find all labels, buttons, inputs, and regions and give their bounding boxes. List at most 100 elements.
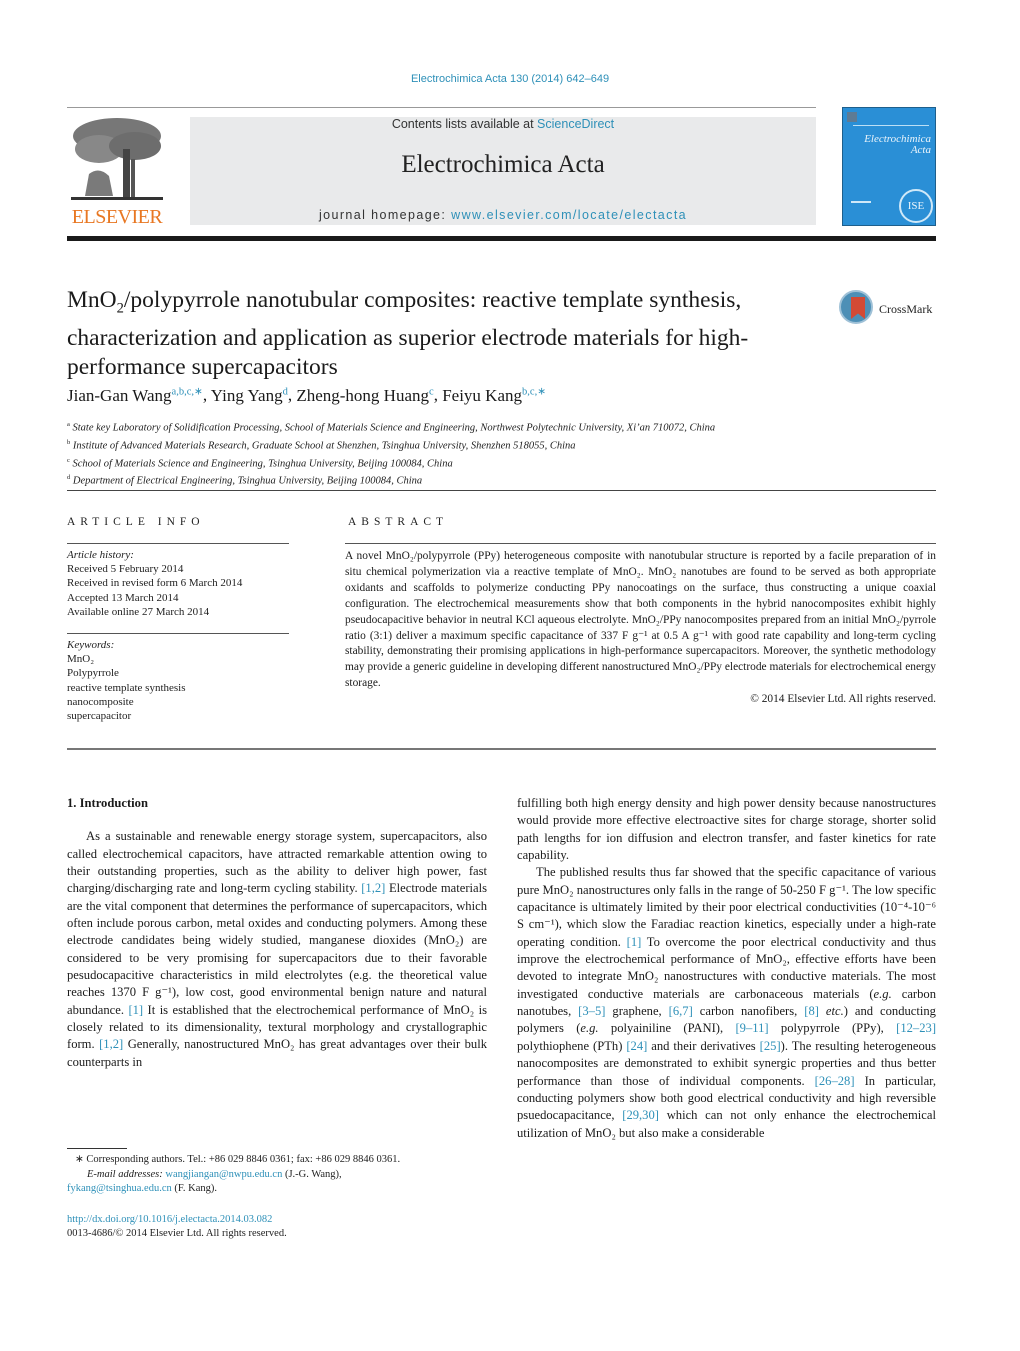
doi-block: http://dx.doi.org/10.1016/j.electacta.20… [67, 1213, 287, 1241]
affiliation-text: State key Laboratory of Solidification P… [72, 422, 716, 434]
affiliation-text: Department of Electrical Engineering, Ts… [72, 475, 423, 487]
citation-link[interactable]: [12–23] [896, 1021, 936, 1035]
citation-link[interactable]: [1] [128, 1003, 143, 1017]
body-column-left: 1. Introduction As a sustainable and ren… [67, 795, 487, 1071]
italic-text: e.g. [580, 1021, 599, 1036]
affiliation-mark: d [67, 474, 71, 482]
email-link-wang[interactable]: wangjiangan@nwpu.edu.cn [165, 1169, 282, 1180]
citation-link[interactable]: [26–28] [815, 1074, 855, 1088]
homepage-prefix: journal homepage: [318, 208, 452, 222]
abstract: A novel MnO₂/polypyrrole (PPy) heterogen… [345, 549, 936, 708]
author-affiliation-marks[interactable]: c [429, 386, 434, 397]
citation-link[interactable]: [6,7] [669, 1004, 693, 1018]
history-label: Article history: [67, 549, 134, 561]
affiliation-list: a State key Laboratory of Solidification… [67, 418, 715, 489]
crossmark-label: CrossMark [879, 302, 933, 316]
history-item: Available online 27 March 2014 [67, 605, 210, 618]
keyword-item: MnO₂ [67, 653, 95, 666]
corresponding-author-footnote: ∗ Corresponding authors. Tel.: +86 029 8… [67, 1153, 497, 1197]
affiliation-text: School of Materials Science and Engineer… [72, 458, 453, 470]
affiliation-mark: b [67, 438, 71, 446]
crossmark-icon [839, 290, 873, 324]
body-column-right: fulfilling both high energy density and … [517, 795, 936, 1142]
issn-copyright: 0013-4686/© 2014 Elsevier Ltd. All right… [67, 1228, 287, 1239]
doi-link[interactable]: http://dx.doi.org/10.1016/j.electacta.20… [67, 1213, 287, 1227]
keywords: Keywords: MnO₂ Polypyrrole reactive temp… [67, 638, 186, 723]
citation-link[interactable]: [3–5] [578, 1004, 605, 1018]
history-item: Received 5 February 2014 [67, 563, 184, 576]
affiliations-divider [67, 490, 936, 491]
intro-paragraph-1-continued: fulfilling both high energy density and … [517, 796, 936, 863]
sciencedirect-link[interactable]: ScienceDirect [537, 117, 614, 131]
author-name: Feiyu Kang [442, 385, 522, 405]
intro-paragraph-2: The published results thus far showed th… [517, 865, 937, 1140]
article-history: Article history: Received 5 February 201… [67, 548, 242, 619]
journal-banner: Contents lists available at ScienceDirec… [190, 117, 816, 225]
keyword-item: Polypyrrole [67, 667, 119, 680]
journal-cover-thumbnail[interactable]: Electrochimica Acta ISE [842, 107, 936, 226]
journal-reference[interactable]: Electrochimica Acta 130 (2014) 642–649 [0, 73, 1020, 85]
email-label: E-mail addresses: [87, 1168, 166, 1180]
email-link-kang[interactable]: fykang@tsinghua.edu.cn [67, 1183, 172, 1194]
email-line-2: fykang@tsinghua.edu.cn (F. Kang). [67, 1182, 497, 1197]
title-text-rest: /polypyrrole nanotubular composites: rea… [67, 287, 749, 380]
corresponding-note: ∗ Corresponding authors. Tel.: +86 029 8… [75, 1154, 401, 1165]
italic-text: e.g. [873, 986, 892, 1001]
author-affiliation-marks[interactable]: b,c,∗ [522, 386, 546, 397]
header-divider [67, 107, 816, 108]
author-name: Jian-Gan Wang [67, 385, 172, 405]
affiliation-item: a State key Laboratory of Solidification… [67, 418, 715, 436]
elsevier-logo[interactable]: ELSEVIER [67, 114, 167, 229]
title-subscript: 2 [116, 300, 124, 317]
cover-subtitle-line [853, 125, 929, 126]
contents-prefix: Contents lists available at [391, 117, 538, 131]
abstract-text: A novel MnO₂/polypyrrole (PPy) heterogen… [345, 550, 936, 690]
cover-small-text [851, 201, 871, 203]
crossmark-button[interactable]: CrossMark [839, 290, 939, 330]
citation-link[interactable]: [1,2] [361, 881, 385, 895]
keywords-divider [67, 633, 289, 634]
affiliation-item: d Department of Electrical Engineering, … [67, 471, 715, 489]
intro-paragraph-1: As a sustainable and renewable energy st… [67, 829, 488, 1069]
article-title: MnO2/polypyrrole nanotubular composites:… [67, 286, 807, 382]
section-heading-introduction: 1. Introduction [67, 796, 148, 810]
citation-link[interactable]: [9–11] [735, 1021, 768, 1035]
homepage-link[interactable]: www.elsevier.com/locate/electacta [451, 208, 687, 222]
citation-link[interactable]: [1,2] [99, 1037, 123, 1051]
cover-title: Electrochimica Acta [847, 134, 931, 156]
citation-link[interactable]: [25] [760, 1039, 781, 1053]
cover-publisher-icon [847, 112, 857, 122]
author[interactable]: Feiyu Kangb,c,∗ [442, 386, 546, 405]
affiliation-mark: c [67, 456, 70, 464]
homepage-line: journal homepage: www.elsevier.com/locat… [190, 208, 816, 222]
email-line: E-mail addresses: wangjiangan@nwpu.edu.c… [67, 1168, 497, 1183]
affiliation-mark: a [67, 421, 70, 428]
italic-text: etc. [825, 1004, 844, 1019]
abstract-bottom-divider [67, 748, 936, 750]
article-info-divider [67, 543, 289, 544]
keyword-item: nanocomposite [67, 695, 134, 708]
history-item: Received in revised form 6 March 2014 [67, 577, 243, 590]
elsevier-wordmark: ELSEVIER [71, 206, 163, 228]
keywords-label: Keywords: [67, 639, 115, 651]
header-thick-divider [67, 236, 936, 241]
author[interactable]: Jian-Gan Wanga,b,c,∗ [67, 386, 203, 405]
author-affiliation-marks[interactable]: d [283, 386, 288, 397]
article-info-heading: ARTICLE INFO [67, 516, 205, 528]
keyword-item: supercapacitor [67, 710, 132, 723]
citation-link[interactable]: [24] [626, 1039, 647, 1053]
citation-link[interactable]: [8] [804, 1004, 819, 1018]
affiliation-item: b Institute of Advanced Materials Resear… [67, 436, 715, 454]
journal-name: Electrochimica Acta [401, 151, 605, 178]
author-name: Ying Yang [210, 385, 283, 405]
contents-line: Contents lists available at ScienceDirec… [190, 117, 816, 131]
citation-link[interactable]: [1] [627, 935, 642, 949]
author[interactable]: Zheng-hong Huangc [296, 386, 433, 405]
ise-seal-icon: ISE [899, 189, 933, 223]
email-owner-wang: (J.-G. Wang), [282, 1168, 342, 1180]
title-text-start: MnO [67, 287, 117, 313]
author-name: Zheng-hong Huang [296, 385, 430, 405]
citation-link[interactable]: [29,30] [622, 1108, 659, 1122]
author-affiliation-marks[interactable]: a,b,c,∗ [172, 386, 203, 397]
author[interactable]: Ying Yangd [211, 386, 288, 405]
